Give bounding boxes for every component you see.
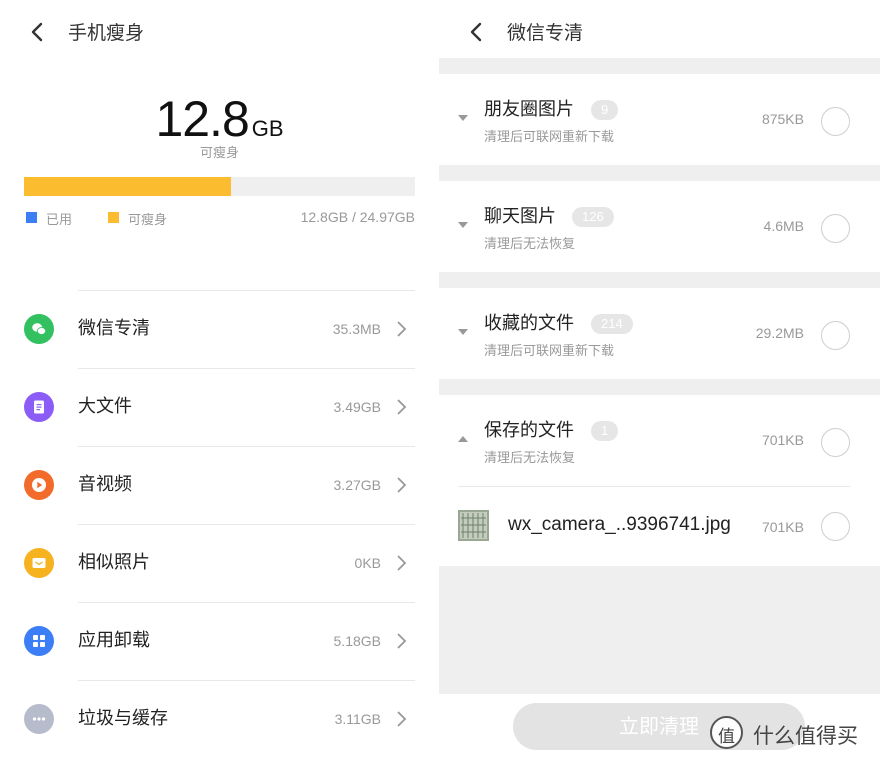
category-label: 相似照片: [78, 552, 150, 573]
category-label: 大文件: [78, 396, 132, 417]
chevron-right-icon: [397, 555, 407, 571]
storage-bar-fill: [24, 177, 232, 196]
group-label: 保存的文件: [484, 420, 574, 441]
category-label: 应用卸载: [78, 630, 150, 651]
group-label: 收藏的文件: [484, 313, 574, 334]
select-radio[interactable]: [821, 107, 850, 136]
category-size: 3.11GB: [334, 711, 381, 727]
chevron-right-icon: [397, 321, 407, 337]
left-header: 手机瘦身: [0, 0, 439, 66]
chevron-right-icon: [397, 399, 407, 415]
count-badge: 9: [591, 100, 619, 120]
category-row-audio-video[interactable]: 音视频 3.27GB: [0, 446, 439, 524]
back-arrow-icon[interactable]: [465, 20, 489, 44]
file-row[interactable]: wx_camera_..9396741.jpg 701KB: [439, 486, 880, 566]
chevron-right-icon: [397, 633, 407, 649]
group-description: 清理后无法恢复: [484, 451, 576, 466]
divider: [78, 524, 415, 525]
group-description: 清理后可联网重新下载: [484, 344, 615, 359]
group-description: 清理后无法恢复: [484, 237, 576, 252]
category-row-wechat[interactable]: 微信专清 35.3MB: [0, 290, 439, 368]
wechat-icon: [24, 314, 54, 344]
category-size: 35.3MB: [332, 321, 381, 337]
group-saved-files[interactable]: 保存的文件 1 清理后无法恢复 701KB: [439, 395, 880, 486]
group-size: 4.6MB: [763, 218, 804, 234]
size-caption: 可瘦身: [199, 146, 239, 161]
size-unit: GB: [251, 116, 284, 141]
category-size: 3.27GB: [333, 477, 381, 493]
select-radio[interactable]: [821, 214, 850, 243]
wechat-clean-panel: 微信专清 朋友圈图片 9 清理后可联网重新下载 875KB 聊天图片 126 清…: [439, 0, 880, 761]
chevron-right-icon: [397, 711, 407, 727]
group-favorite-files[interactable]: 收藏的文件 214 清理后可联网重新下载 29.2MB: [439, 288, 880, 379]
slimmable-legend-label: 可瘦身: [128, 213, 168, 228]
count-badge: 214: [591, 314, 633, 334]
select-radio[interactable]: [821, 512, 850, 541]
watermark-text: 什么值得买: [753, 724, 858, 748]
category-size: 5.18GB: [333, 633, 381, 649]
file-size: 701KB: [761, 519, 804, 535]
divider: [78, 368, 415, 369]
group-description: 清理后可联网重新下载: [484, 130, 615, 145]
divider: [458, 486, 850, 487]
apps-grid-icon: [24, 626, 54, 656]
expand-triangle-icon[interactable]: [458, 329, 468, 335]
right-header: 微信专清: [439, 0, 880, 66]
category-size: 3.49GB: [333, 399, 381, 415]
count-badge: 126: [572, 207, 614, 227]
back-arrow-icon[interactable]: [26, 20, 50, 44]
expand-triangle-icon[interactable]: [458, 222, 468, 228]
chevron-right-icon: [397, 477, 407, 493]
category-row-junk-cache[interactable]: 垃圾与缓存 3.11GB: [0, 680, 439, 758]
select-radio[interactable]: [821, 321, 850, 350]
page-title: 微信专清: [507, 22, 584, 44]
storage-legend: 已用 可瘦身 12.8GB / 24.97GB: [24, 209, 415, 228]
category-list: 微信专清 35.3MB 大文件 3.49GB 音视频 3.27GB 相似照片 0…: [0, 290, 439, 758]
group-label: 朋友圈图片: [484, 99, 574, 120]
category-label: 音视频: [78, 474, 132, 495]
category-label: 微信专清: [78, 318, 150, 339]
more-dots-icon: [24, 704, 54, 734]
divider: [78, 602, 415, 603]
category-size: 0KB: [354, 555, 381, 571]
watermark-logo-icon: 值: [710, 716, 743, 749]
select-radio[interactable]: [821, 428, 850, 457]
collapse-triangle-icon[interactable]: [458, 436, 468, 442]
photo-icon: [24, 548, 54, 578]
slimmable-size: 12.8 GB: [0, 90, 439, 148]
group-chat-images[interactable]: 聊天图片 126 清理后无法恢复 4.6MB: [439, 181, 880, 272]
group-size: 29.2MB: [755, 325, 804, 341]
file-name: wx_camera_..9396741.jpg: [508, 514, 731, 535]
document-icon: [24, 392, 54, 422]
used-legend-swatch: [26, 212, 37, 223]
page-title: 手机瘦身: [68, 22, 145, 44]
category-row-app-uninstall[interactable]: 应用卸载 5.18GB: [0, 602, 439, 680]
phone-slimming-panel: 手机瘦身 12.8 GB 可瘦身 已用 可瘦身 12.8GB / 24.97GB …: [0, 0, 439, 761]
storage-total: 12.8GB / 24.97GB: [300, 209, 415, 225]
group-size: 701KB: [761, 432, 804, 448]
group-label: 聊天图片: [484, 206, 556, 227]
divider: [78, 680, 415, 681]
category-label: 垃圾与缓存: [78, 708, 168, 729]
category-row-similar-photos[interactable]: 相似照片 0KB: [0, 524, 439, 602]
group-moments-images[interactable]: 朋友圈图片 9 清理后可联网重新下载 875KB: [439, 74, 880, 165]
divider: [78, 290, 415, 291]
file-thumbnail: [458, 510, 489, 541]
count-badge: 1: [591, 421, 619, 441]
storage-bar: [24, 177, 415, 196]
group-size: 875KB: [761, 111, 804, 127]
used-legend-label: 已用: [46, 213, 73, 228]
clean-group-list: 朋友圈图片 9 清理后可联网重新下载 875KB 聊天图片 126 清理后无法恢…: [439, 58, 880, 761]
size-value: 12.8: [155, 91, 249, 147]
category-row-large-files[interactable]: 大文件 3.49GB: [0, 368, 439, 446]
divider: [78, 446, 415, 447]
expand-triangle-icon[interactable]: [458, 115, 468, 121]
slimmable-legend-swatch: [108, 212, 119, 223]
play-icon: [24, 470, 54, 500]
